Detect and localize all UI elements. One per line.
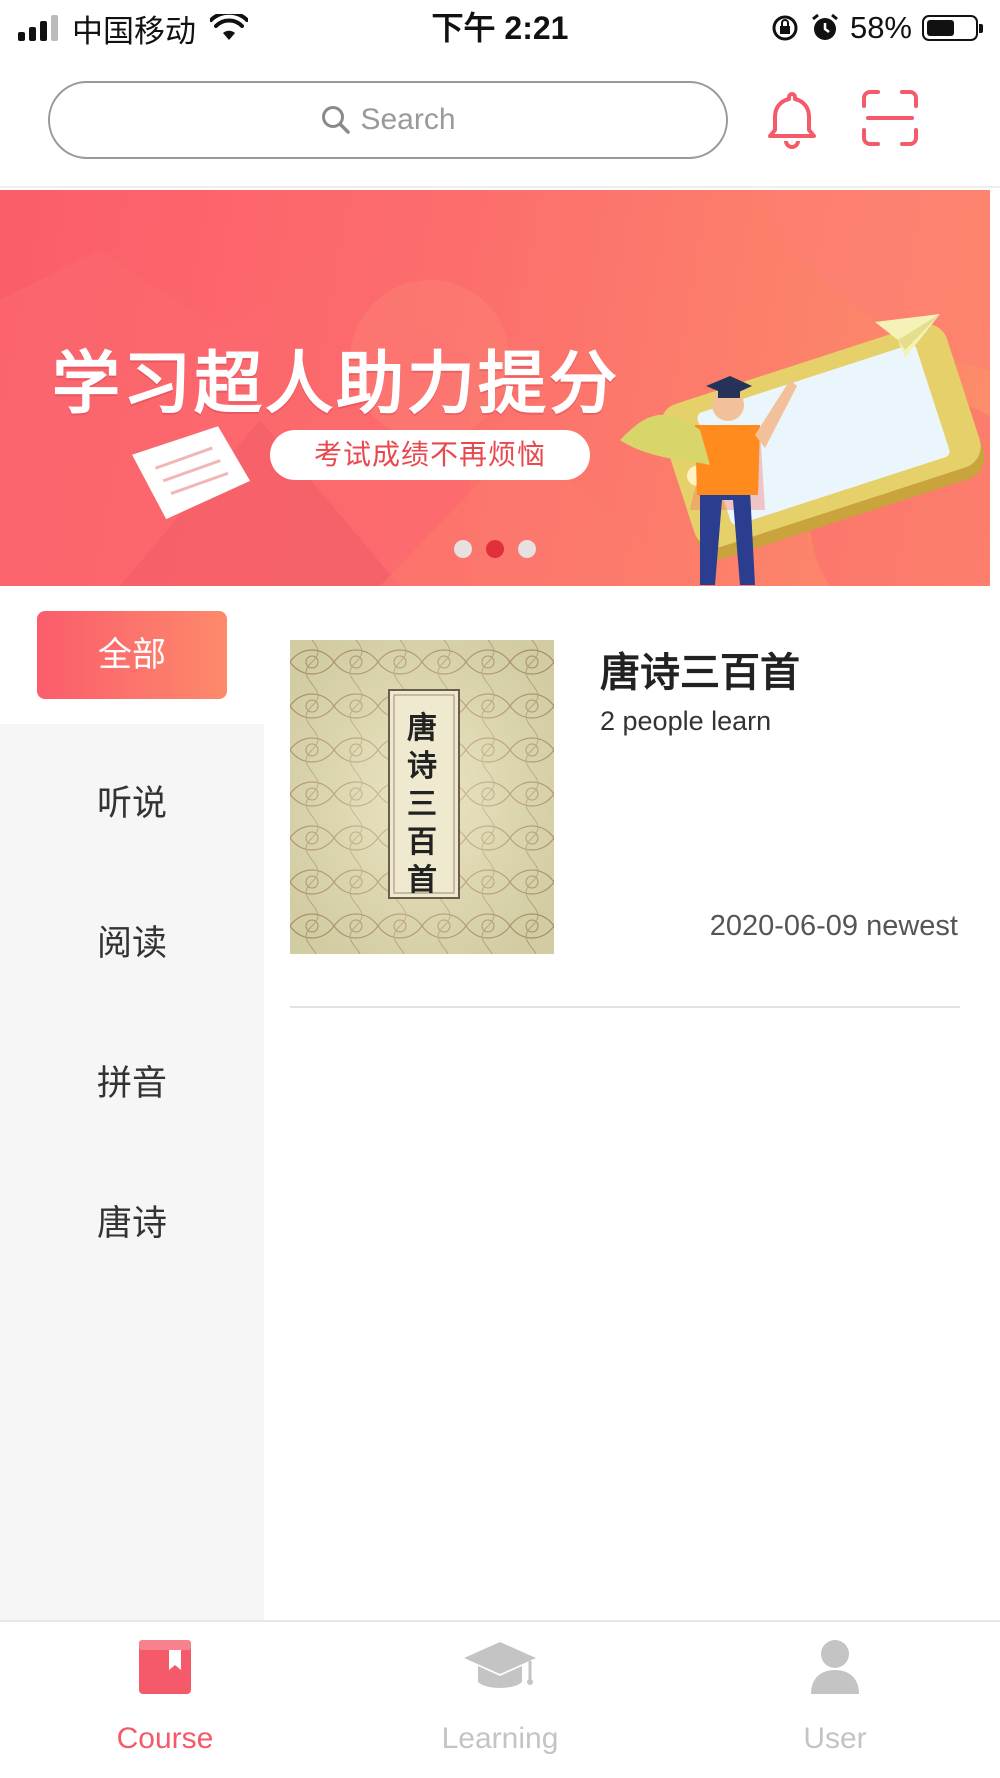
tab-course[interactable]: Course	[0, 1622, 330, 1778]
course-card[interactable]: 唐诗三百首 唐诗三百首 2 people learn 2020-06-09 ne…	[290, 640, 960, 1008]
alarm-icon	[812, 13, 838, 40]
rotation-lock-icon	[772, 15, 798, 41]
tab-label: User	[803, 1722, 867, 1755]
app-screen: 中国移动 下午 2:21 58% Search 学习超人助力提分 考试成绩不再烦…	[0, 0, 1000, 1778]
tab-learning[interactable]: Learning	[335, 1622, 665, 1778]
category-item[interactable]: 听说	[0, 764, 264, 844]
promo-banner[interactable]: 学习超人助力提分 考试成绩不再烦恼	[0, 190, 990, 586]
carousel-indicator	[0, 540, 990, 558]
search-placeholder: Search	[360, 103, 456, 136]
tab-user[interactable]: User	[670, 1622, 1000, 1778]
category-item[interactable]: 唐诗	[0, 1184, 264, 1264]
banner-subtitle: 考试成绩不再烦恼	[270, 430, 590, 480]
status-bar: 中国移动 下午 2:21 58%	[0, 0, 1000, 56]
book-icon	[139, 1640, 191, 1694]
bottom-tab-bar: Course Learning User	[0, 1620, 1000, 1778]
cover-title: 唐诗三百首	[407, 711, 437, 898]
scan-icon[interactable]	[858, 86, 922, 150]
banner-title: 学习超人助力提分	[52, 345, 621, 424]
user-icon	[811, 1640, 859, 1694]
category-all[interactable]: 全部	[37, 611, 227, 699]
course-title: 唐诗三百首	[600, 651, 800, 695]
tab-label: Course	[116, 1722, 214, 1755]
course-date: 2020-06-09 newest	[709, 910, 958, 942]
category-item[interactable]: 阅读	[0, 904, 264, 984]
battery-icon	[922, 15, 983, 41]
search-input[interactable]: Search	[48, 81, 728, 159]
bell-icon[interactable]	[760, 86, 824, 150]
carousel-dot[interactable]	[518, 540, 536, 558]
top-bar: Search	[0, 56, 1000, 188]
battery-percent: 58%	[849, 10, 912, 45]
search-icon	[322, 106, 351, 134]
carousel-dot[interactable]	[486, 540, 504, 558]
tab-label: Learning	[441, 1722, 559, 1755]
course-cover-image: 唐诗三百首	[290, 640, 554, 954]
category-sidebar: 全部 听说 阅读 拼音 唐诗	[0, 586, 264, 1620]
graduation-cap-icon	[464, 1642, 536, 1688]
carousel-dot[interactable]	[454, 540, 472, 558]
category-item[interactable]: 拼音	[0, 1044, 264, 1124]
course-learners: 2 people learn	[600, 706, 772, 736]
